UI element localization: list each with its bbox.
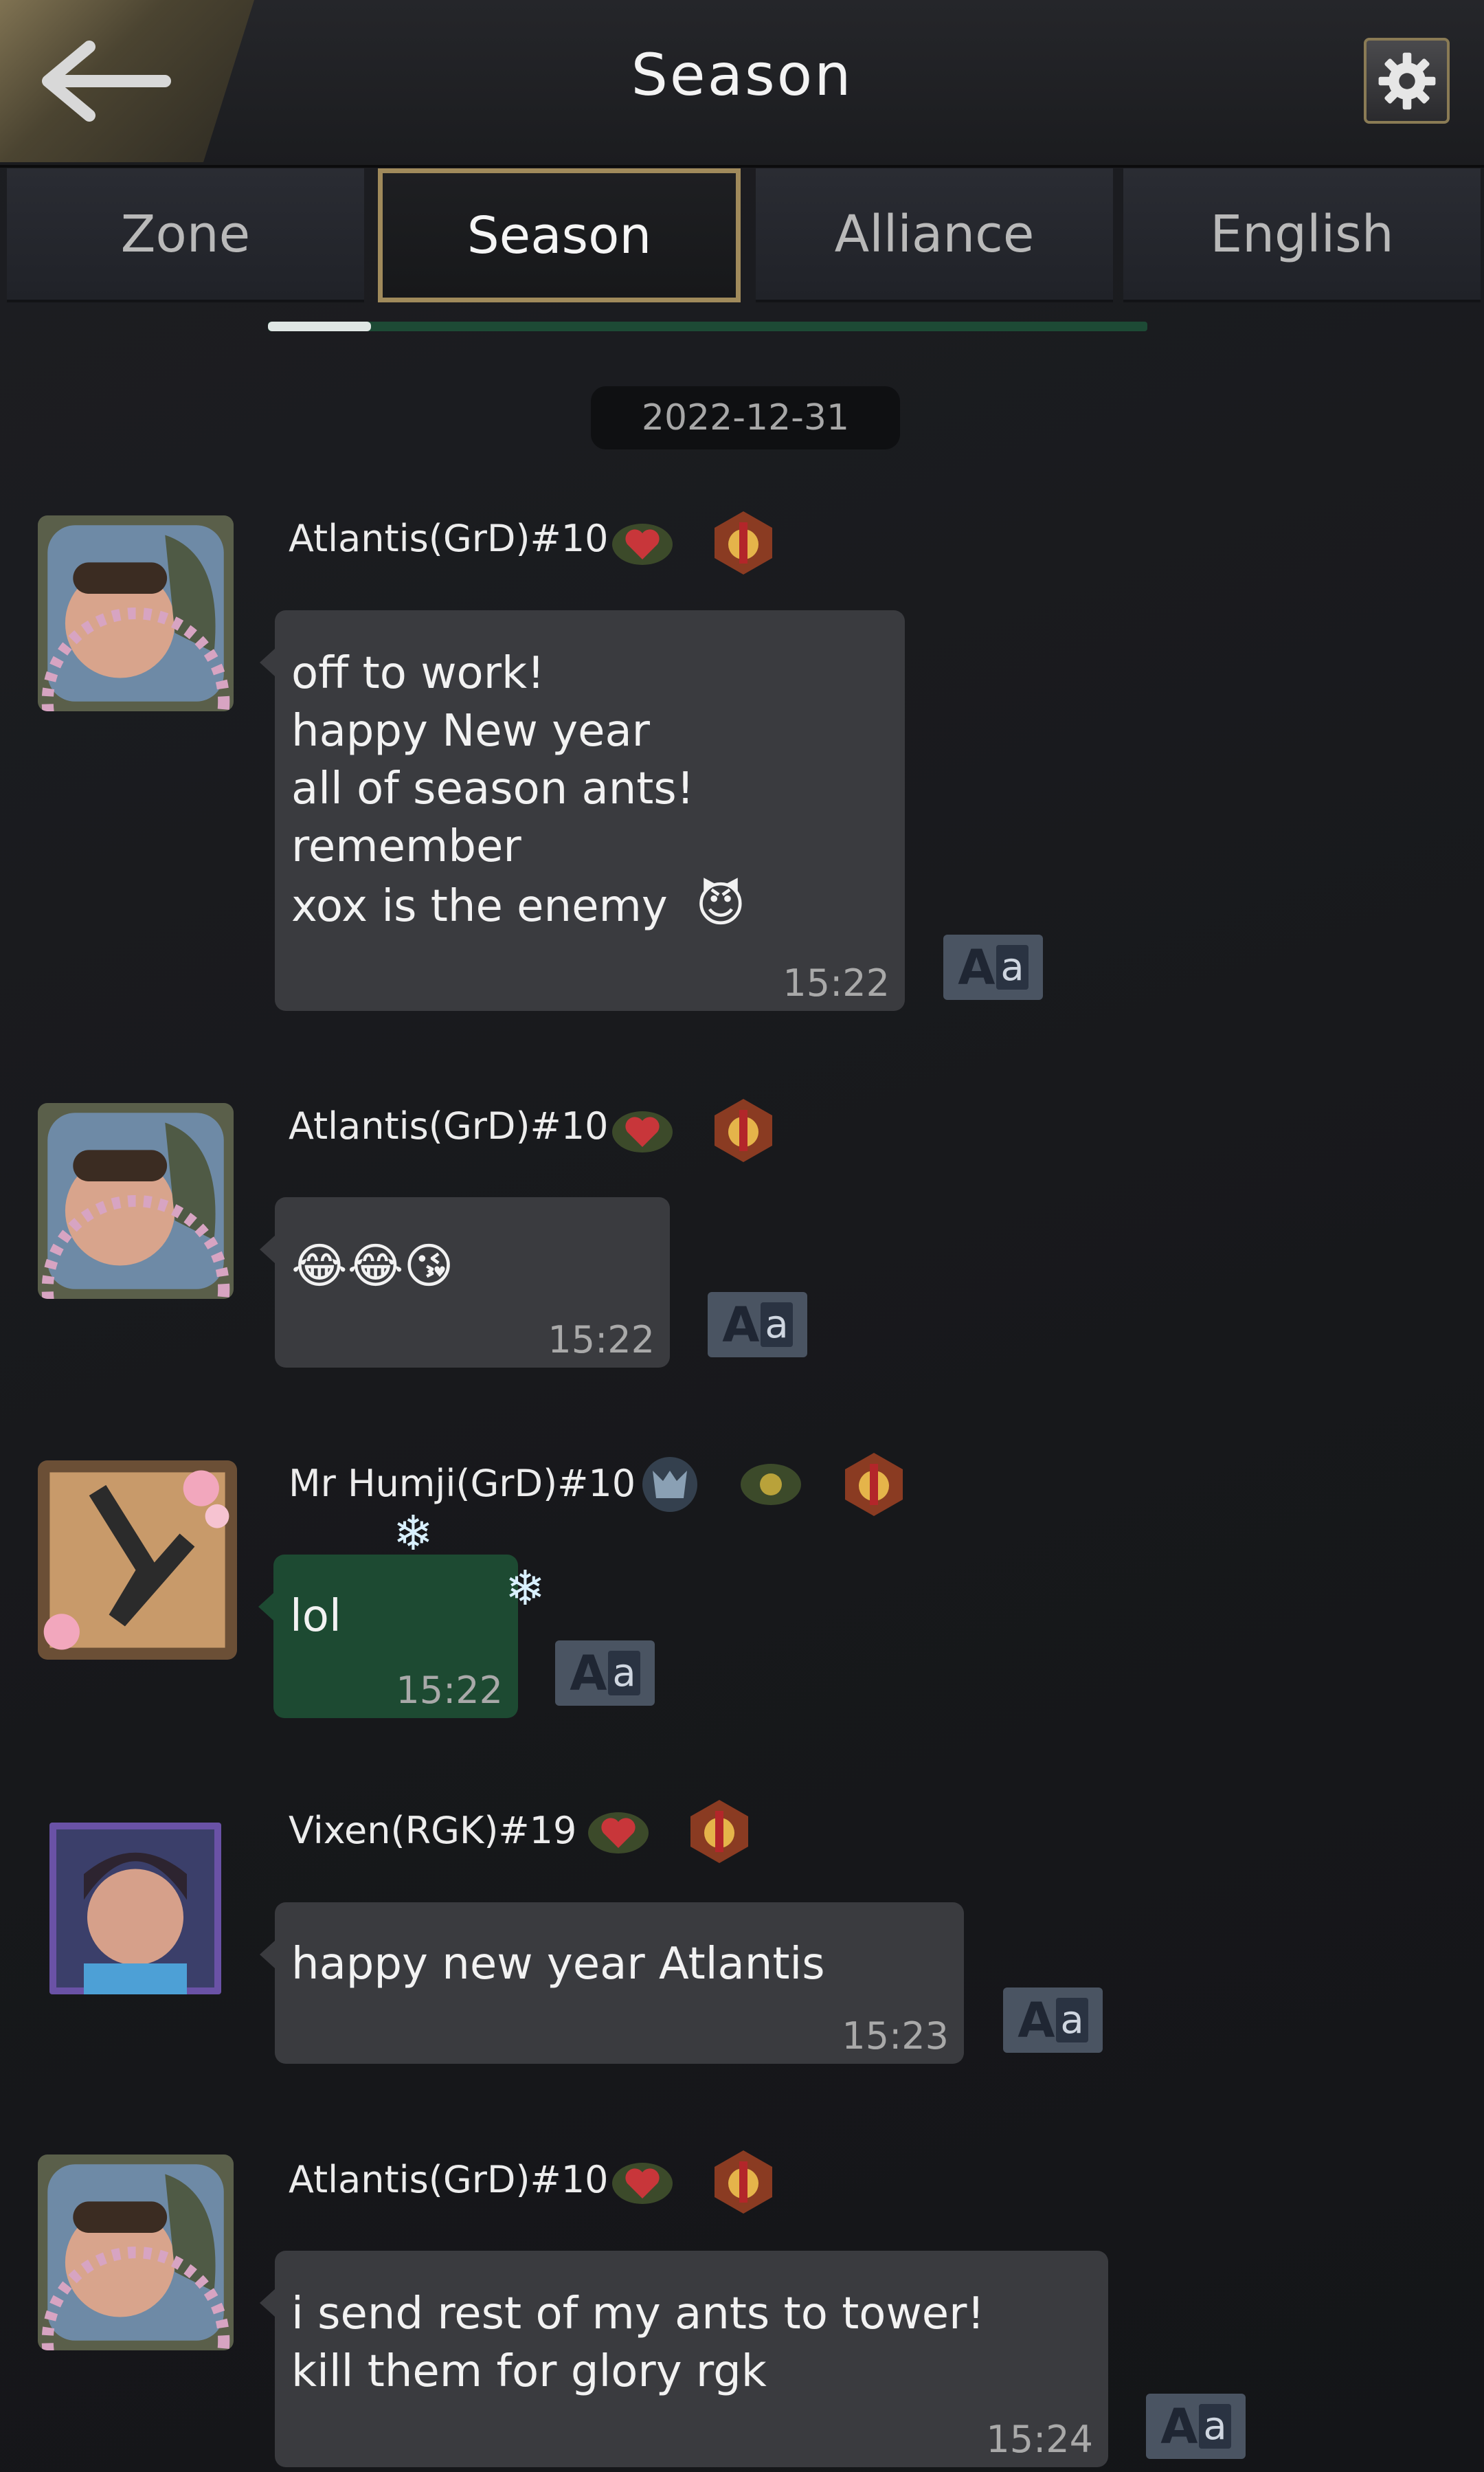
sender-name: Atlantis(GrD)#10	[289, 1104, 609, 1148]
snowflake-icon: ❄	[505, 1560, 546, 1616]
message-bubble: i send rest of my ants to tower! kill th…	[260, 2251, 1108, 2467]
gift-badge-icon	[840, 1450, 908, 1519]
message-bubble: happy new year Atlantis 15:23	[260, 1902, 964, 2064]
message-time: 15:22	[548, 1318, 655, 1361]
gift-badge-icon	[709, 509, 778, 577]
message-line: kill them for glory rgk	[291, 2346, 767, 2397]
gift-badge-icon	[685, 1797, 754, 1866]
message-line: lol	[290, 1591, 341, 1642]
message-line: happy new year Atlantis	[291, 1939, 825, 1990]
sender-name: Atlantis(GrD)#10	[289, 517, 609, 560]
user-avatar-image	[38, 515, 234, 711]
user-avatar-image	[38, 1103, 234, 1299]
sender-name: Mr Humji(GrD)#10	[289, 1462, 636, 1505]
gift-badge-icon	[709, 2148, 778, 2216]
tab-season[interactable]: Season	[378, 168, 741, 302]
message-line: off to work!	[291, 648, 545, 699]
tab-alliance[interactable]: Alliance	[756, 168, 1113, 302]
message-line: xox is the enemy 😈	[291, 876, 746, 933]
message-bubble: 😂😂😘 15:22	[260, 1197, 670, 1368]
user-avatar-image	[38, 2154, 234, 2350]
channel-tabs: Zone Season Alliance English	[0, 168, 1484, 306]
heart-badge-icon	[584, 1799, 653, 1867]
avatar[interactable]	[38, 515, 234, 711]
heart-badge-icon	[608, 510, 677, 579]
date-divider: 2022-12-31	[591, 386, 900, 449]
emoji-line: 😂😂😘	[291, 1238, 454, 1294]
gear-icon	[1378, 52, 1435, 109]
settings-button[interactable]	[1364, 38, 1450, 124]
message-time: 15:24	[986, 2418, 1093, 2461]
page-title: Season	[631, 41, 853, 109]
avatar[interactable]	[38, 1460, 237, 1660]
user-avatar-image	[49, 1823, 221, 1994]
translate-button[interactable]: Aa	[1146, 2394, 1246, 2459]
tab-zone[interactable]: Zone	[7, 168, 364, 302]
translate-button[interactable]: Aa	[1003, 1987, 1103, 2053]
snowflake-icon: ❄	[393, 1505, 434, 1561]
message-line: remember	[291, 821, 521, 872]
heart-badge-icon	[608, 1098, 677, 1166]
tab-english[interactable]: English	[1123, 168, 1481, 302]
message-line: i send rest of my ants to tower!	[291, 2289, 985, 2339]
translate-button[interactable]: Aa	[555, 1640, 655, 1706]
translate-button[interactable]: Aa	[943, 935, 1043, 1000]
scroll-indicator	[268, 322, 1147, 331]
message-time: 15:23	[842, 2014, 949, 2058]
avatar[interactable]	[38, 1103, 234, 1299]
sender-name: Vixen(RGK)#19	[289, 1809, 577, 1852]
message-line: all of season ants!	[291, 764, 695, 814]
translate-button[interactable]: Aa	[708, 1292, 807, 1357]
top-bar: Season	[0, 0, 1484, 168]
avatar[interactable]	[49, 1823, 221, 1994]
message-bubble: lol 15:22	[258, 1555, 518, 1718]
sender-name: Atlantis(GrD)#10	[289, 2158, 609, 2201]
message-time: 15:22	[783, 961, 890, 1005]
message-time: 15:22	[396, 1669, 503, 1712]
user-avatar-image	[38, 1460, 237, 1660]
wolf-badge-icon	[636, 1450, 704, 1519]
message-line: happy New year	[291, 706, 650, 757]
devil-emoji: 😈	[695, 876, 746, 933]
gift-badge-icon	[709, 1096, 778, 1165]
medal-badge-icon	[737, 1450, 805, 1519]
heart-badge-icon	[608, 2149, 677, 2218]
avatar[interactable]	[38, 2154, 234, 2350]
message-bubble: off to work! happy New year all of seaso…	[260, 610, 905, 1011]
